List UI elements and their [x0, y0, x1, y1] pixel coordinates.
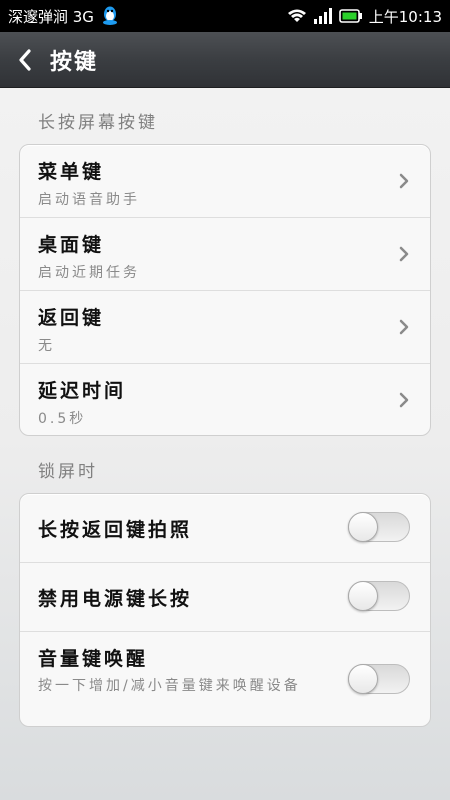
back-button[interactable]: [0, 32, 50, 88]
camera-toggle[interactable]: [348, 512, 410, 542]
row-subtitle: 按一下增加/减小音量键来唤醒设备: [38, 678, 301, 694]
row-title: 桌面键: [38, 234, 105, 256]
back-key-row[interactable]: 返回键 无: [20, 291, 430, 364]
row-subtitle: 启动近期任务: [38, 265, 140, 281]
toggle-knob: [348, 664, 378, 694]
wifi-icon: [287, 9, 306, 22]
row-title: 禁用电源键长按: [38, 588, 193, 610]
row-title: 菜单键: [38, 161, 105, 183]
chevron-right-icon: [399, 246, 409, 262]
lock-screen-card: 长按返回键拍照 禁用电源键长按 音量键唤醒 按一下增加/减小音量键来唤醒设备: [19, 493, 431, 727]
power-key-toggle[interactable]: [348, 581, 410, 611]
carrier-label: 深邃弹涧 3G: [8, 7, 94, 26]
home-key-row[interactable]: 桌面键 启动近期任务: [20, 218, 430, 291]
long-press-keys-card: 菜单键 启动语音助手 桌面键 启动近期任务 返回键 无 延迟时间 0.5秒: [19, 144, 431, 436]
title-bar: 按键: [0, 32, 450, 88]
chevron-right-icon: [399, 173, 409, 189]
menu-key-row[interactable]: 菜单键 启动语音助手: [20, 145, 430, 218]
row-subtitle: 无: [38, 338, 55, 354]
chevron-right-icon: [399, 392, 409, 408]
row-title: 音量键唤醒: [38, 648, 149, 670]
volume-key-wake-row[interactable]: 音量键唤醒 按一下增加/减小音量键来唤醒设备: [20, 632, 430, 726]
status-time: 上午10:13: [368, 7, 442, 26]
chevron-right-icon: [399, 319, 409, 335]
section-label-long-press: 长按屏幕按键: [38, 113, 158, 133]
long-press-back-camera-row[interactable]: 长按返回键拍照: [20, 494, 430, 563]
disable-power-long-press-row[interactable]: 禁用电源键长按: [20, 563, 430, 632]
battery-icon: [338, 9, 362, 23]
row-title: 延迟时间: [38, 380, 127, 402]
row-title: 返回键: [38, 307, 105, 329]
volume-wake-toggle[interactable]: [348, 664, 410, 694]
status-bar: 深邃弹涧 3G 上午10:13: [0, 0, 450, 32]
row-title: 长按返回键拍照: [38, 519, 193, 541]
row-subtitle: 启动语音助手: [38, 192, 140, 208]
section-label-lock-screen: 锁屏时: [38, 462, 98, 482]
qq-icon: [102, 6, 117, 25]
chevron-left-icon: [19, 48, 31, 71]
signal-icon: [313, 8, 332, 24]
page-title: 按键: [50, 49, 99, 75]
delay-time-row[interactable]: 延迟时间 0.5秒: [20, 364, 430, 435]
row-subtitle: 0.5秒: [38, 411, 87, 427]
toggle-knob: [348, 581, 378, 611]
toggle-knob: [348, 512, 378, 542]
